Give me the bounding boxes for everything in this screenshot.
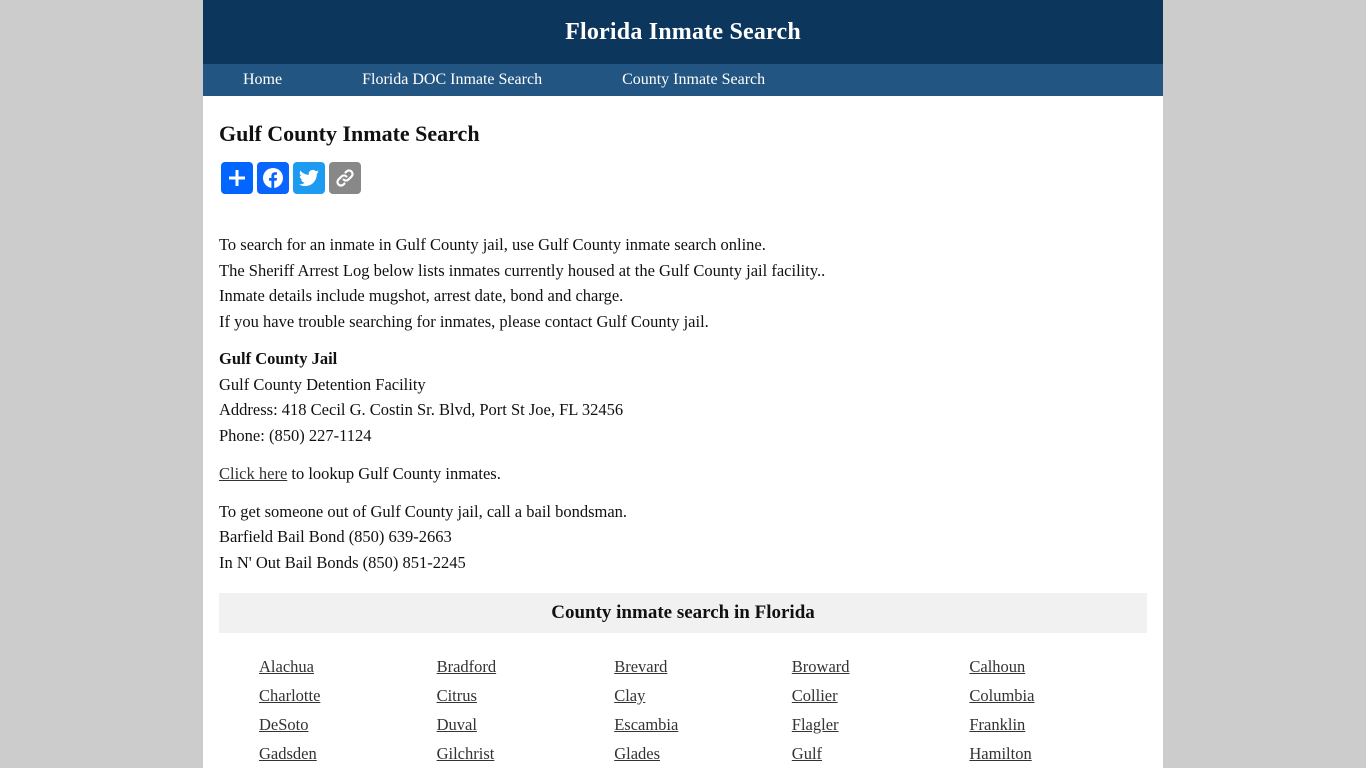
jail-address: Address: 418 Cecil G. Costin Sr. Blvd, P… (219, 400, 624, 419)
twitter-share-button[interactable] (293, 162, 325, 194)
plus-icon (229, 170, 245, 186)
intro-line: Inmate details include mugshot, arrest d… (219, 286, 624, 305)
county-link-charlotte[interactable]: Charlotte (259, 681, 437, 710)
county-link-alachua[interactable]: Alachua (259, 652, 437, 681)
county-link-desoto[interactable]: DeSoto (259, 710, 437, 739)
lookup-text: to lookup Gulf County inmates. (287, 464, 501, 483)
county-link-broward[interactable]: Broward (792, 652, 970, 681)
county-link-collier[interactable]: Collier (792, 681, 970, 710)
site-header: Florida Inmate Search (203, 0, 1163, 64)
nav-home[interactable]: Home (243, 71, 282, 89)
bondsman-item: In N' Out Bail Bonds (850) 851-2245 (219, 552, 466, 572)
county-link-calhoun[interactable]: Calhoun (969, 652, 1147, 681)
county-link-brevard[interactable]: Brevard (614, 652, 792, 681)
click-here-link[interactable]: Click here (219, 464, 287, 483)
site-title[interactable]: Florida Inmate Search (565, 19, 801, 46)
facebook-share-button[interactable] (257, 162, 289, 194)
county-link-glades[interactable]: Glades (614, 739, 792, 768)
jail-name: Gulf County Jail (219, 349, 338, 368)
intro-line: The Sheriff Arrest Log below lists inmat… (219, 260, 826, 280)
main-nav: Home Florida DOC Inmate Search County In… (203, 64, 1163, 96)
nav-florida-doc-inmate-search[interactable]: Florida DOC Inmate Search (362, 71, 542, 89)
county-link-franklin[interactable]: Franklin (969, 710, 1147, 739)
county-link-hamilton[interactable]: Hamilton (969, 739, 1147, 768)
jail-facility: Gulf County Detention Facility (219, 374, 426, 394)
county-link-gilchrist[interactable]: Gilchrist (437, 739, 615, 768)
county-link-gadsden[interactable]: Gadsden (259, 739, 437, 768)
jail-info: Gulf County Jail Gulf County Detention F… (219, 346, 1147, 448)
page-title: Gulf County Inmate Search (219, 121, 480, 146)
bondsman-item: Barfield Bail Bond (850) 639-2663 (219, 527, 452, 546)
main-content: Gulf County Inmate Search To search for … (203, 122, 1163, 768)
facebook-icon (263, 168, 283, 188)
county-link-clay[interactable]: Clay (614, 681, 792, 710)
county-section: County inmate search in Florida Alachua … (219, 593, 1147, 768)
copy-link-button[interactable] (329, 162, 361, 194)
county-link-citrus[interactable]: Citrus (437, 681, 615, 710)
intro-text: To search for an inmate in Gulf County j… (219, 232, 1147, 334)
intro-line: To search for an inmate in Gulf County j… (219, 235, 766, 254)
bail-intro: To get someone out of Gulf County jail, … (219, 501, 628, 521)
twitter-icon (298, 169, 319, 187)
share-button[interactable] (221, 162, 253, 194)
link-icon (336, 169, 354, 187)
nav-county-inmate-search[interactable]: County Inmate Search (622, 71, 765, 89)
lookup-line: Click here to lookup Gulf County inmates… (219, 461, 1147, 487)
county-link-escambia[interactable]: Escambia (614, 710, 792, 739)
county-link-flagler[interactable]: Flagler (792, 710, 970, 739)
jail-phone: Phone: (850) 227-1124 (219, 425, 372, 445)
county-link-columbia[interactable]: Columbia (969, 681, 1147, 710)
county-grid: Alachua Bradford Brevard Broward Calhoun… (219, 652, 1147, 768)
county-link-gulf[interactable]: Gulf (792, 739, 970, 768)
page: Florida Inmate Search Home Florida DOC I… (203, 0, 1163, 768)
bail-info: To get someone out of Gulf County jail, … (219, 499, 1147, 576)
intro-line: If you have trouble searching for inmate… (219, 311, 709, 331)
county-section-heading: County inmate search in Florida (219, 593, 1147, 633)
county-link-duval[interactable]: Duval (437, 710, 615, 739)
county-link-bradford[interactable]: Bradford (437, 652, 615, 681)
share-bar (221, 162, 1147, 194)
